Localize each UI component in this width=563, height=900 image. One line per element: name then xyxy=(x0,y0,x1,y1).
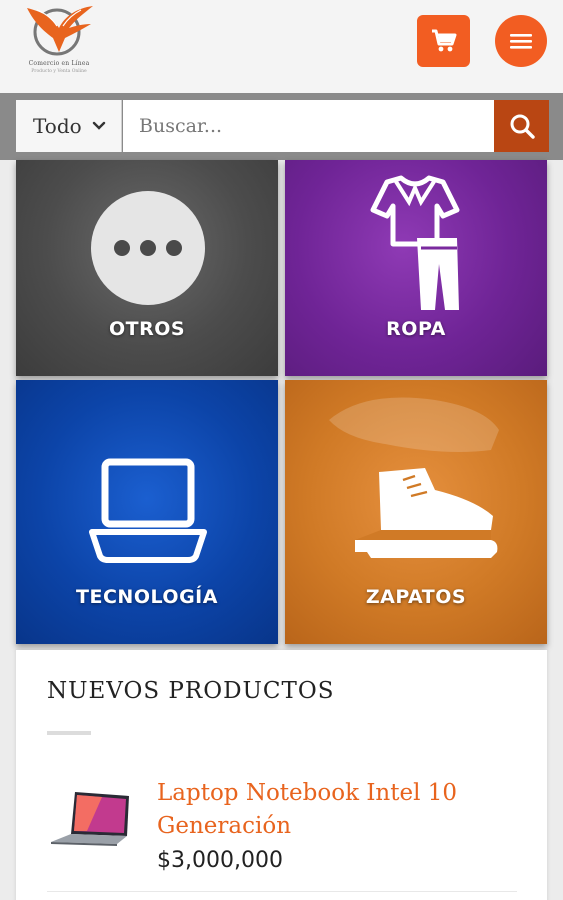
search-input[interactable] xyxy=(123,100,494,152)
search-button[interactable] xyxy=(494,100,549,152)
clothes-icon xyxy=(370,175,460,310)
new-products-panel: NUEVOS PRODUCTOS Laptop Notebook Intel 1… xyxy=(16,650,547,900)
product-divider xyxy=(47,891,517,892)
category-select-value: Todo xyxy=(33,114,82,138)
category-tile-zapatos[interactable]: ZAPATOS xyxy=(285,380,547,644)
product-item[interactable]: Laptop Notebook Intel 10 Generación $3,0… xyxy=(47,770,517,892)
category-label-otros: OTROS xyxy=(108,318,186,340)
cart-icon xyxy=(431,29,456,52)
section-title: NUEVOS PRODUCTOS xyxy=(47,678,335,704)
category-tile-otros[interactable]: OTROS xyxy=(16,160,278,376)
category-label-ropa: ROPA xyxy=(386,318,446,340)
laptop-product-image xyxy=(51,792,129,846)
header: Comercio en Línea Producto y Venta Onlin… xyxy=(0,0,563,93)
store-logo[interactable]: Comercio en Línea Producto y Venta Onlin… xyxy=(18,0,100,80)
category-label-tecnologia: TECNOLOGÍA xyxy=(76,586,218,608)
category-select[interactable]: Todo xyxy=(16,100,122,152)
hamburger-menu-icon xyxy=(510,34,532,49)
product-price: $3,000,000 xyxy=(157,848,283,873)
category-label-zapatos: ZAPATOS xyxy=(365,586,467,608)
eagle-logo-icon xyxy=(27,6,93,56)
logo-name: Comercio en Línea xyxy=(28,60,90,67)
search-bar: Todo xyxy=(0,93,563,160)
product-name-link[interactable]: Laptop Notebook Intel 10 Generación xyxy=(157,777,477,843)
category-tile-ropa[interactable]: ROPA xyxy=(285,160,547,376)
logo-tagline: Producto y Venta Online xyxy=(31,69,87,74)
category-tile-tecnologia[interactable]: TECNOLOGÍA xyxy=(16,380,278,644)
menu-button[interactable] xyxy=(495,15,547,67)
search-icon xyxy=(510,114,535,139)
title-divider xyxy=(47,731,91,735)
chevron-down-icon xyxy=(92,121,105,130)
cart-button[interactable] xyxy=(417,15,470,67)
more-dots-icon xyxy=(91,191,205,305)
